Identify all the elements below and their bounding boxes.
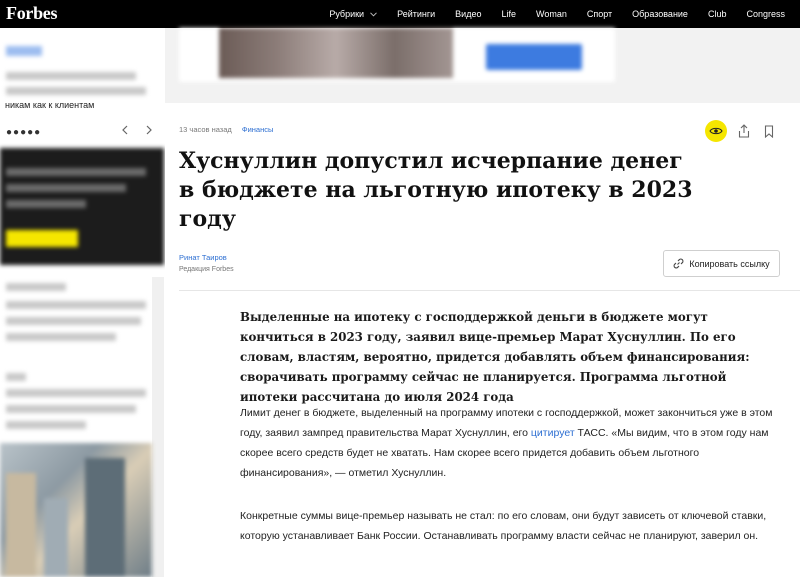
- nav-item-label: Рубрики: [329, 9, 365, 19]
- left-sidebar: никам как к клиентам ●●●●●: [0, 28, 165, 577]
- ad-cta-button[interactable]: [486, 44, 582, 70]
- promo-tag: [6, 46, 42, 56]
- nav-item-education[interactable]: Образование: [632, 9, 688, 19]
- promo-text-line: [6, 421, 86, 429]
- article-lead: Выделенные на ипотеку с господдержкой де…: [240, 310, 750, 404]
- quote-source-link[interactable]: цитирует: [531, 427, 575, 439]
- promo-text-line: [6, 87, 146, 95]
- carousel-dots[interactable]: ●●●●●: [6, 127, 41, 138]
- article-paragraph: Лимит денег в бюджете, выделенный на про…: [240, 403, 785, 483]
- promo-text-line: [6, 184, 126, 192]
- sidebar-scrollbar[interactable]: [152, 277, 164, 577]
- ad-banner[interactable]: [179, 28, 615, 82]
- sidebar-promo-text: никам как к клиентам: [5, 100, 95, 110]
- promo-text-line: [6, 389, 146, 397]
- promo-text-line: [6, 283, 66, 291]
- photo-building: [44, 498, 68, 577]
- chevron-down-icon: [370, 10, 377, 19]
- nav-item-congress[interactable]: Congress: [746, 9, 785, 19]
- promo-text-line: [6, 168, 146, 176]
- bookmark-icon[interactable]: [762, 122, 776, 140]
- divider: [179, 290, 800, 291]
- photo-building: [6, 473, 36, 577]
- eye-icon[interactable]: [705, 120, 727, 142]
- dark-promo-card[interactable]: [0, 148, 164, 265]
- article-paragraph: Конкретные суммы вице-премьер называть н…: [240, 510, 767, 542]
- promo-yellow-button[interactable]: [6, 230, 78, 247]
- nav-item-woman[interactable]: Woman: [536, 9, 567, 19]
- nav-item-rubrics[interactable]: Рубрики: [329, 9, 377, 19]
- promo-text-line: [6, 405, 136, 413]
- chevron-left-icon[interactable]: [121, 123, 129, 138]
- link-icon: [673, 258, 684, 269]
- nav-item-sport[interactable]: Спорт: [587, 9, 612, 19]
- news-photo-image[interactable]: [0, 443, 152, 577]
- author-affiliation: Редакция Forbes: [179, 266, 234, 273]
- copy-link-label: Копировать ссылку: [689, 258, 770, 269]
- ad-image: [219, 28, 453, 78]
- top-ad-area: [165, 28, 800, 103]
- promo-text-line: [6, 373, 26, 381]
- copy-link-button[interactable]: Копировать ссылку: [663, 250, 780, 277]
- article-category-link[interactable]: Финансы: [242, 125, 274, 134]
- promo-text-line: [6, 72, 136, 80]
- forbes-logo[interactable]: Forbes: [6, 3, 58, 24]
- share-icon[interactable]: [736, 122, 752, 140]
- promo-text-line: [6, 200, 86, 208]
- article: 13 часов назад Финансы Хуснуллин допусти…: [165, 103, 800, 577]
- nav-item-ratings[interactable]: Рейтинги: [397, 9, 435, 19]
- nav-item-video[interactable]: Видео: [455, 9, 481, 19]
- top-navigation-bar: Forbes Рубрики Рейтинги Видео Life Woman…: [0, 0, 800, 28]
- main-nav: Рубрики Рейтинги Видео Life Woman Спорт …: [329, 0, 800, 28]
- author-name-link[interactable]: Ринат Таиров: [179, 253, 227, 262]
- promo-text-line: [6, 317, 141, 325]
- article-title: Хуснуллин допустил исчерпание денег в бю…: [179, 148, 693, 232]
- nav-item-life[interactable]: Life: [501, 9, 516, 19]
- chevron-right-icon[interactable]: [145, 123, 153, 138]
- promo-text-line: [6, 301, 146, 309]
- blurred-news-card[interactable]: [0, 277, 152, 447]
- nav-item-club[interactable]: Club: [708, 9, 727, 19]
- article-time: 13 часов назад: [179, 125, 232, 134]
- article-meta: 13 часов назад Финансы: [179, 125, 273, 134]
- promo-text-line: [6, 333, 116, 341]
- photo-building: [85, 458, 125, 577]
